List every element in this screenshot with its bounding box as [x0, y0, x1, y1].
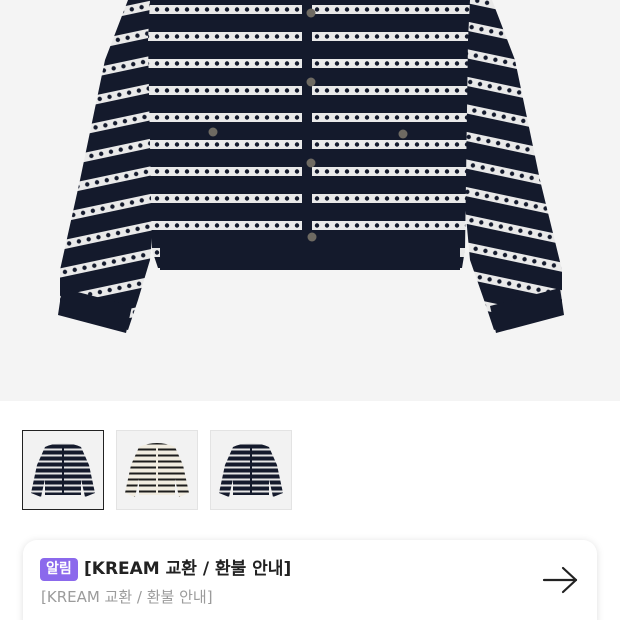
thumbnail-3[interactable]	[210, 430, 292, 510]
notice-card[interactable]: 알림 [KREAM 교환 / 환불 안내] [KREAM 교환 / 환불 안내]	[23, 540, 597, 620]
thumbnail-image	[125, 443, 189, 497]
notice-badge: 알림	[40, 558, 78, 581]
notice-title: [KREAM 교환 / 환불 안내]	[84, 559, 292, 579]
thumbnail-2[interactable]	[116, 430, 198, 510]
thumbnail-image	[219, 443, 283, 497]
product-main-image[interactable]	[0, 0, 620, 401]
thumbnail-1[interactable]	[22, 430, 104, 510]
arrow-right-icon[interactable]	[542, 565, 580, 595]
thumbnail-list	[22, 430, 292, 510]
thumbnail-image	[31, 443, 95, 497]
cardigan-illustration	[58, 0, 564, 333]
notice-subtitle: [KREAM 교환 / 환불 안내]	[41, 588, 213, 606]
